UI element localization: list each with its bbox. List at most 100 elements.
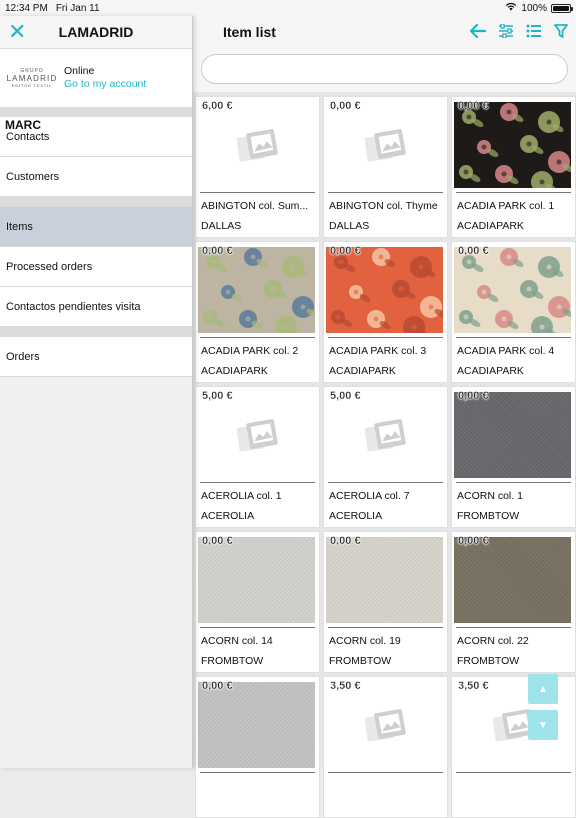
- scroll-down-button[interactable]: ▼: [528, 710, 558, 740]
- sidebar-menu: Contacts Customers Items Processed orders Co…: [0, 107, 192, 377]
- sidebar-item-items[interactable]: Items: [0, 207, 192, 247]
- image-placeholder-icon: [364, 419, 406, 452]
- sidebar-item-label: Contactos pendientes visita: [6, 300, 141, 313]
- list-view-icon[interactable]: [526, 24, 542, 41]
- logo-line-2: LAMADRID: [6, 74, 58, 83]
- item-price: 0,00 €: [458, 535, 489, 547]
- fabric-texture: [454, 392, 571, 478]
- card-divider: [456, 482, 571, 483]
- item-name: ACADIA PARK col. 4: [457, 345, 555, 357]
- item-collection: ACEROLIA: [201, 510, 255, 522]
- item-card[interactable]: 0,00 € ACORN col. 1 FROMBTOW: [451, 386, 576, 528]
- sidebar-item-orders[interactable]: Orders: [0, 337, 192, 377]
- item-thumbnail: [198, 537, 315, 623]
- card-divider: [200, 337, 315, 338]
- sidebar-item-processed-orders[interactable]: Processed orders: [0, 247, 192, 287]
- item-card[interactable]: 5,00 € ACEROLIA col. 1 ACEROLIA: [195, 386, 320, 528]
- item-collection: ACEROLIA: [329, 510, 383, 522]
- item-price: 0,00 €: [330, 245, 361, 257]
- company-logo: GRUPO LAMADRID EDITOR TEXTIL: [6, 68, 58, 88]
- item-card[interactable]: 6,00 € ABINGTON col. Sum... DALLAS: [195, 96, 320, 238]
- item-name: ABINGTON col. Thyme: [329, 200, 438, 212]
- item-card[interactable]: 3,50 €: [323, 676, 448, 818]
- close-icon[interactable]: ✕: [8, 21, 28, 43]
- status-bar: 12:34 PM Fri Jan 11 100%: [0, 0, 576, 16]
- sidebar-item-label: Customers: [6, 170, 60, 183]
- card-divider: [328, 627, 443, 628]
- item-thumbnail: [326, 682, 443, 768]
- item-card[interactable]: 0,00 € ACADIA PARK col. 4 ACADIAPARK: [451, 241, 576, 383]
- card-divider: [200, 482, 315, 483]
- logo-line-3: EDITOR TEXTIL: [11, 83, 53, 88]
- item-price: 0,00 €: [330, 535, 361, 547]
- item-name: ACADIA PARK col. 1: [457, 200, 555, 212]
- status-date: Fri Jan 11: [55, 2, 100, 14]
- card-divider: [200, 192, 315, 193]
- item-card[interactable]: 0,00 € ACADIA PARK col. 3 ACADIAPARK: [323, 241, 448, 383]
- item-collection: FROMBTOW: [201, 655, 264, 667]
- fabric-floral-pattern: [326, 247, 443, 333]
- item-price: 0,00 €: [458, 100, 489, 112]
- item-price: 3,50 €: [458, 680, 489, 692]
- main-panel: Item list 6,00 € ABINGTON col. Sum... DALL…: [193, 16, 576, 818]
- menu-separator: [0, 107, 192, 117]
- sidebar: ✕ LAMADRID GRUPO LAMADRID EDITOR TEXTIL …: [0, 16, 193, 768]
- fabric-texture: [198, 682, 315, 768]
- my-account-link[interactable]: Go to my account: [64, 78, 146, 91]
- item-price: 0,00 €: [330, 100, 361, 112]
- card-divider: [328, 482, 443, 483]
- item-thumbnail: [326, 102, 443, 188]
- sidebar-item-customers[interactable]: Customers: [0, 157, 192, 197]
- item-thumbnail: [198, 392, 315, 478]
- card-divider: [200, 627, 315, 628]
- fabric-texture: [326, 537, 443, 623]
- item-price: 0,00 €: [202, 680, 233, 692]
- card-divider: [328, 337, 443, 338]
- card-divider: [328, 192, 443, 193]
- sidebar-item-contactos-pendientes-visita[interactable]: Contactos pendientes visita: [0, 287, 192, 327]
- item-card[interactable]: 0,00 € ACADIA PARK col. 2 ACADIAPARK: [195, 241, 320, 383]
- main-header: Item list: [193, 16, 576, 48]
- filter-icon[interactable]: [554, 23, 568, 41]
- item-thumbnail: [326, 537, 443, 623]
- search-input[interactable]: [201, 54, 568, 84]
- item-thumbnail: [454, 102, 571, 188]
- fabric-floral-pattern: [454, 247, 571, 333]
- item-collection: ACADIAPARK: [201, 365, 268, 377]
- item-price: 0,00 €: [202, 535, 233, 547]
- item-collection: ACADIAPARK: [329, 365, 396, 377]
- item-thumbnail: [454, 392, 571, 478]
- item-thumbnail: [454, 247, 571, 333]
- item-thumbnail: [198, 682, 315, 768]
- item-name: ACEROLIA col. 7: [329, 490, 410, 502]
- item-card[interactable]: 0,00 € ACADIA PARK col. 1 ACADIAPARK: [451, 96, 576, 238]
- item-collection: FROMBTOW: [329, 655, 392, 667]
- card-divider: [200, 772, 315, 773]
- scroll-up-button[interactable]: ▲: [528, 674, 558, 704]
- fabric-texture: [454, 537, 571, 623]
- card-divider: [328, 772, 443, 773]
- item-name: ACADIA PARK col. 2: [201, 345, 299, 357]
- item-card[interactable]: 0,00 € ACORN col. 19 FROMBTOW: [323, 531, 448, 673]
- back-arrow-icon[interactable]: [469, 23, 487, 41]
- item-thumbnail: [326, 247, 443, 333]
- item-card[interactable]: 0,00 € ABINGTON col. Thyme DALLAS: [323, 96, 448, 238]
- search-bar: [193, 48, 576, 92]
- item-price: 0,00 €: [458, 245, 489, 257]
- item-name: ACORN col. 1: [457, 490, 523, 502]
- sidebar-header: ✕ LAMADRID: [0, 16, 192, 48]
- item-card[interactable]: 0,00 €: [195, 676, 320, 818]
- sidebar-item-label: Orders: [6, 350, 40, 363]
- menu-separator: [0, 197, 192, 207]
- sliders-icon[interactable]: [498, 22, 514, 41]
- battery-icon: [551, 3, 573, 13]
- item-collection: ACADIAPARK: [457, 220, 524, 232]
- item-name: ACEROLIA col. 1: [201, 490, 282, 502]
- card-divider: [456, 337, 571, 338]
- item-price: 3,50 €: [330, 680, 361, 692]
- item-card[interactable]: 0,00 € ACORN col. 14 FROMBTOW: [195, 531, 320, 673]
- item-card[interactable]: 0,00 € ACORN col. 22 FROMBTOW: [451, 531, 576, 673]
- item-name: ACORN col. 19: [329, 635, 401, 647]
- item-thumbnail: [198, 102, 315, 188]
- item-card[interactable]: 5,00 € ACEROLIA col. 7 ACEROLIA: [323, 386, 448, 528]
